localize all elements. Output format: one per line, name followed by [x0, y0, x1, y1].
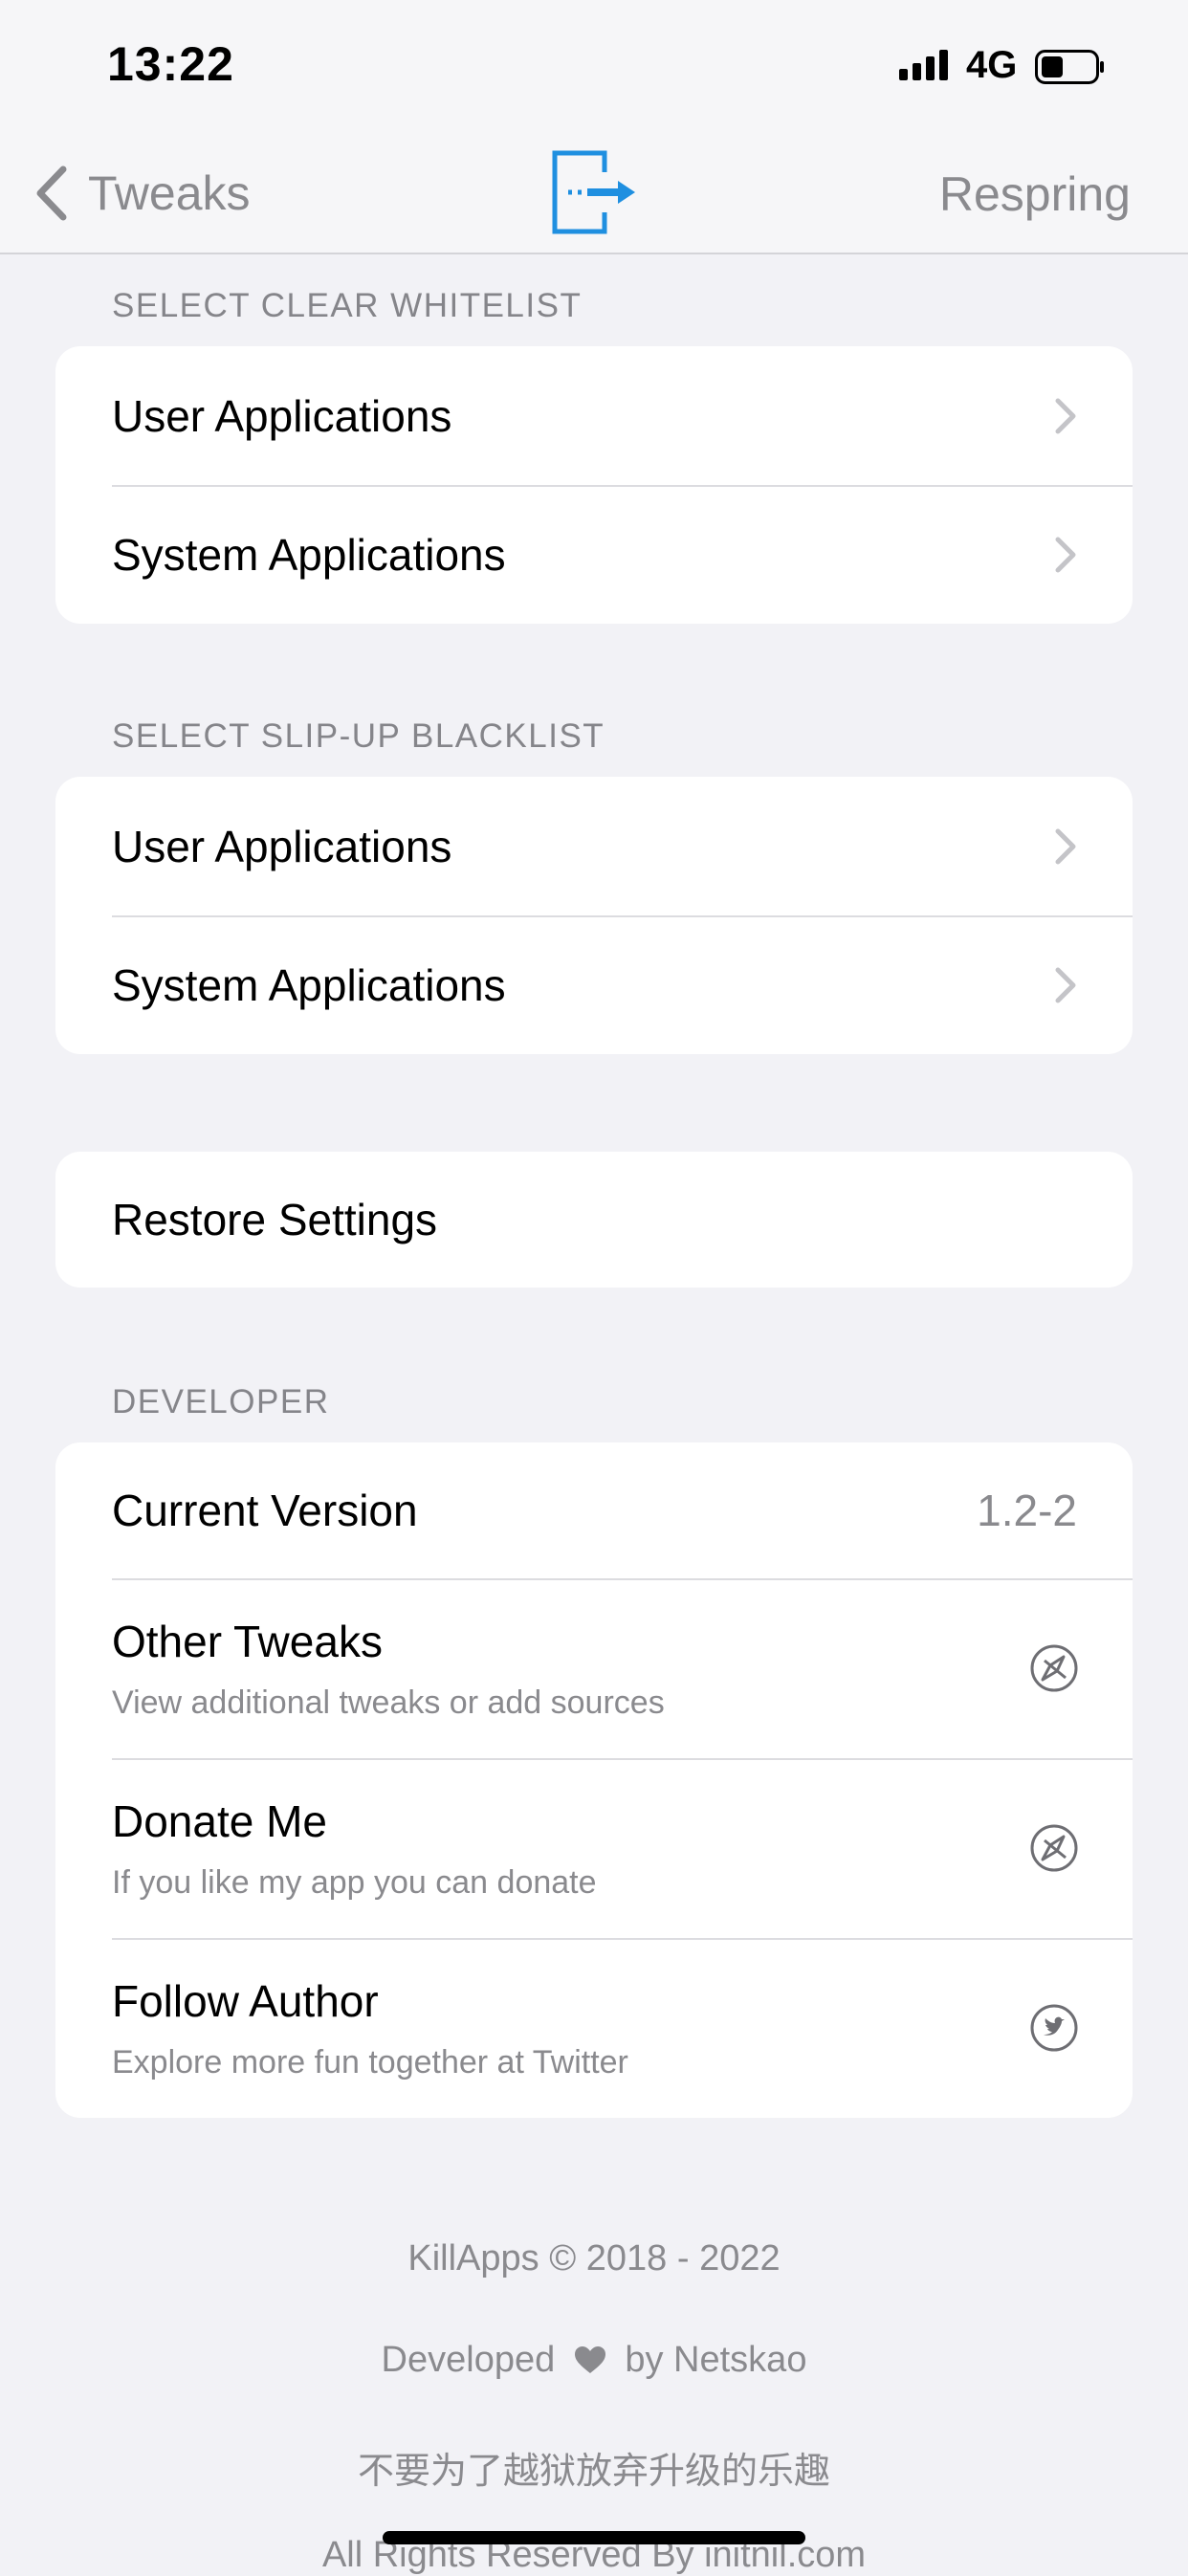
row-label: Other Tweaks: [112, 1616, 383, 1666]
row-label: System Applications: [112, 959, 506, 1010]
row-subtitle: If you like my app you can donate: [112, 1863, 597, 1901]
compass-icon: [1030, 1824, 1078, 1872]
section-header-slipup-blacklist: SELECT SLIP-UP BLACKLIST: [112, 717, 605, 755]
developed-suffix: by Netskao: [625, 2340, 807, 2380]
back-button[interactable]: Tweaks: [34, 157, 251, 230]
row-label: User Applications: [112, 390, 452, 441]
respring-button[interactable]: Respring: [939, 166, 1131, 222]
row-label: Donate Me: [112, 1795, 328, 1846]
slipup-blacklist-group: User Applications System Applications: [55, 777, 1133, 1054]
home-indicator: [383, 2531, 805, 2544]
clear-whitelist-group: User Applications System Applications: [55, 346, 1133, 624]
slipup-blacklist-system-apps-row[interactable]: System Applications: [55, 915, 1133, 1054]
cellular-signal-icon: [899, 50, 948, 80]
chevron-right-icon: [1055, 398, 1076, 433]
heart-icon: [574, 2346, 605, 2373]
developed-prefix: Developed: [381, 2340, 556, 2380]
twitter-icon: [1030, 2004, 1078, 2052]
donate-me-row[interactable]: Donate Me If you like my app you can don…: [55, 1758, 1133, 1938]
row-label: Current Version: [112, 1486, 418, 1535]
row-subtitle: Explore more fun together at Twitter: [112, 2043, 628, 2081]
developer-group: Current Version 1.2-2 Other Tweaks View …: [55, 1442, 1133, 2118]
chevron-right-icon: [1055, 967, 1076, 1002]
navigation-bar: Tweaks Respring: [0, 134, 1188, 254]
footer-slogan: 不要为了越狱放弃升级的乐趣: [357, 2452, 830, 2492]
row-subtitle: View additional tweaks or add sources: [112, 1684, 665, 1721]
chevron-left-icon: [36, 165, 67, 221]
section-header-developer: DEVELOPER: [112, 1383, 330, 1420]
current-version-row: Current Version 1.2-2: [55, 1442, 1133, 1578]
clear-whitelist-system-apps-row[interactable]: System Applications: [55, 485, 1133, 624]
chevron-right-icon: [1055, 828, 1076, 864]
row-label: Restore Settings: [112, 1195, 438, 1244]
network-type: 4G: [966, 44, 1018, 86]
footer-developed: Developed by Netskao: [0, 2340, 1188, 2381]
restore-group: Restore Settings: [55, 1152, 1133, 1288]
follow-author-row[interactable]: Follow Author Explore more fun together …: [55, 1938, 1133, 2118]
section-header-clear-whitelist: SELECT CLEAR WHITELIST: [112, 287, 583, 324]
status-time: 13:22: [107, 37, 234, 91]
clear-whitelist-user-apps-row[interactable]: User Applications: [55, 346, 1133, 485]
footer-copyright: KillApps © 2018 - 2022: [407, 2238, 781, 2279]
row-label: System Applications: [112, 529, 506, 580]
restore-settings-button[interactable]: Restore Settings: [55, 1152, 1133, 1288]
exit-arrow-app-icon: [552, 150, 635, 234]
row-label: User Applications: [112, 821, 452, 871]
compass-icon: [1030, 1644, 1078, 1692]
row-label: Follow Author: [112, 1975, 379, 2026]
other-tweaks-row[interactable]: Other Tweaks View additional tweaks or a…: [55, 1578, 1133, 1758]
version-value: 1.2-2: [977, 1486, 1077, 1535]
back-label: Tweaks: [88, 166, 251, 220]
status-bar: 13:22 4G: [0, 0, 1188, 134]
chevron-right-icon: [1055, 537, 1076, 572]
slipup-blacklist-user-apps-row[interactable]: User Applications: [55, 777, 1133, 915]
battery-icon: [1035, 50, 1104, 84]
